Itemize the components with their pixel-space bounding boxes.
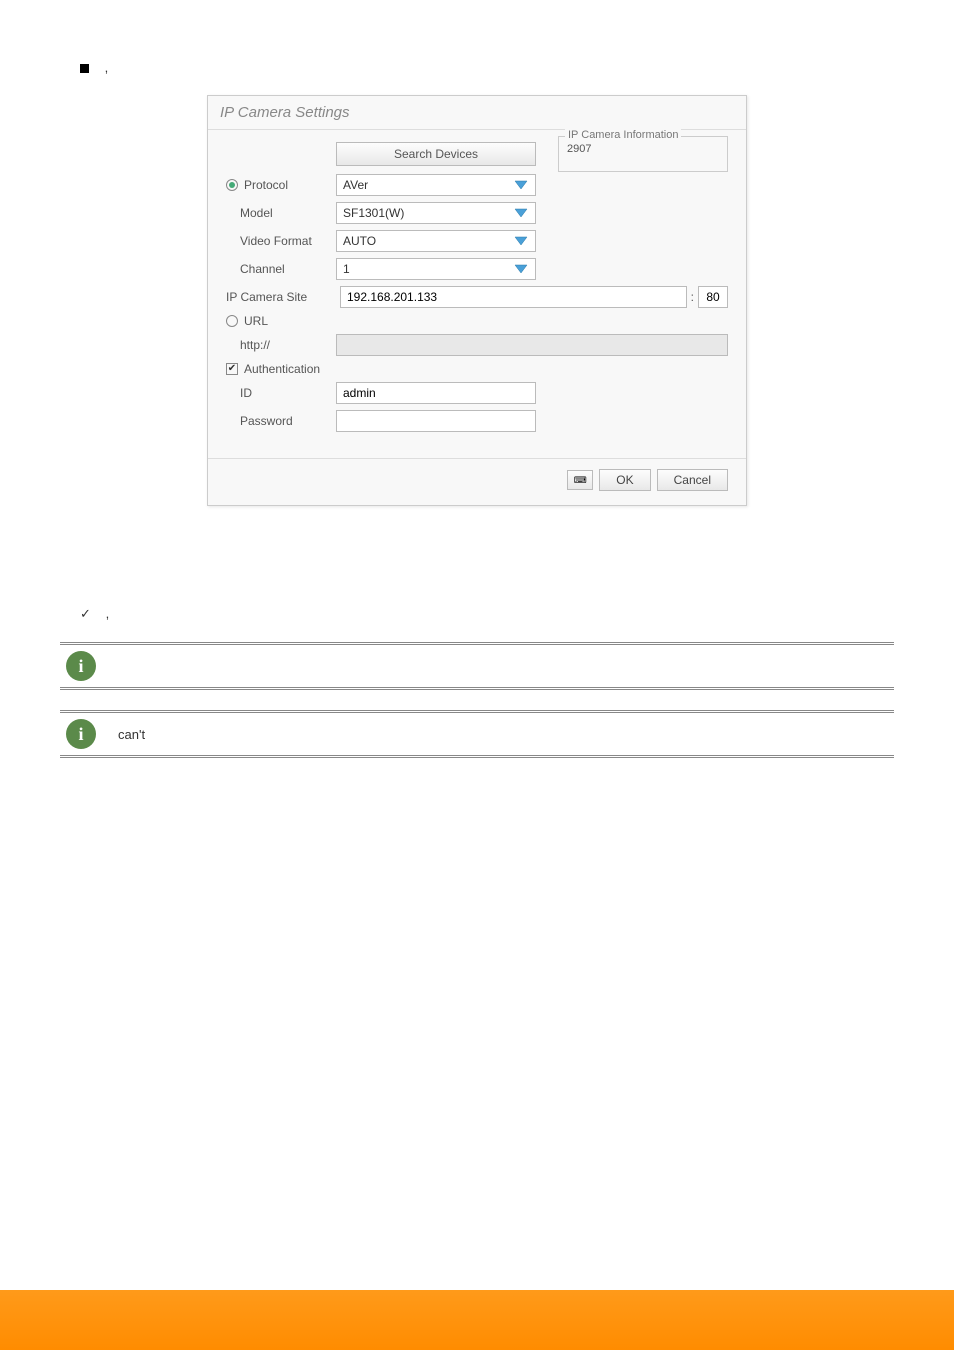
- check-text: ,: [106, 606, 110, 621]
- keyboard-icon: ⌨: [574, 475, 587, 485]
- bullet-icon: [80, 64, 89, 73]
- id-input[interactable]: [336, 382, 536, 404]
- url-radio[interactable]: URL: [226, 314, 336, 328]
- channel-label: Channel: [226, 262, 336, 276]
- channel-select[interactable]: 1: [336, 258, 536, 280]
- ip-info-legend: IP Camera Information: [565, 129, 681, 141]
- password-label: Password: [226, 414, 336, 428]
- channel-value: 1: [343, 262, 350, 276]
- port-separator: :: [691, 290, 694, 304]
- protocol-value: AVer: [343, 178, 368, 192]
- video-format-select[interactable]: AUTO: [336, 230, 536, 252]
- bullet-text: ,: [105, 60, 109, 75]
- http-input: [336, 334, 728, 356]
- id-label: ID: [226, 386, 336, 400]
- video-format-label: Video Format: [226, 234, 336, 248]
- chevron-down-icon: [513, 233, 529, 249]
- ip-camera-site-label: IP Camera Site: [226, 290, 336, 304]
- radio-checked-icon: [226, 179, 238, 191]
- info-icon: i: [66, 719, 96, 749]
- check-icon: ✓: [80, 606, 94, 622]
- video-format-value: AUTO: [343, 234, 376, 248]
- http-label: http://: [226, 338, 336, 352]
- page-footer-bar: [0, 1290, 954, 1350]
- ip-camera-site-input[interactable]: [340, 286, 687, 308]
- authentication-checkbox[interactable]: ✔ Authentication: [226, 362, 336, 376]
- info-note-1: i: [60, 642, 894, 690]
- auth-label: Authentication: [244, 362, 320, 376]
- ip-camera-information-box: IP Camera Information 2907: [558, 136, 728, 172]
- cancel-button[interactable]: Cancel: [657, 469, 728, 491]
- port-input[interactable]: [698, 286, 728, 308]
- dialog-title: IP Camera Settings: [208, 96, 746, 130]
- checkbox-checked-icon: ✔: [226, 363, 238, 375]
- protocol-label: Protocol: [244, 178, 288, 192]
- protocol-select[interactable]: AVer: [336, 174, 536, 196]
- keyboard-button[interactable]: ⌨: [567, 470, 593, 490]
- model-select[interactable]: SF1301(W): [336, 202, 536, 224]
- info-icon: i: [66, 651, 96, 681]
- chevron-down-icon: [513, 261, 529, 277]
- info-text-1: [114, 658, 122, 674]
- chevron-down-icon: [513, 205, 529, 221]
- info-note-2: i can't: [60, 710, 894, 758]
- protocol-radio[interactable]: Protocol: [226, 178, 336, 192]
- info-text-2: can't: [114, 719, 149, 750]
- ip-camera-settings-dialog: IP Camera Settings IP Camera Information…: [207, 95, 747, 506]
- url-label: URL: [244, 314, 268, 328]
- ok-button[interactable]: OK: [599, 469, 650, 491]
- model-value: SF1301(W): [343, 206, 404, 220]
- model-label: Model: [226, 206, 336, 220]
- chevron-down-icon: [513, 177, 529, 193]
- radio-unchecked-icon: [226, 315, 238, 327]
- search-devices-button[interactable]: Search Devices: [336, 142, 536, 166]
- password-input[interactable]: [336, 410, 536, 432]
